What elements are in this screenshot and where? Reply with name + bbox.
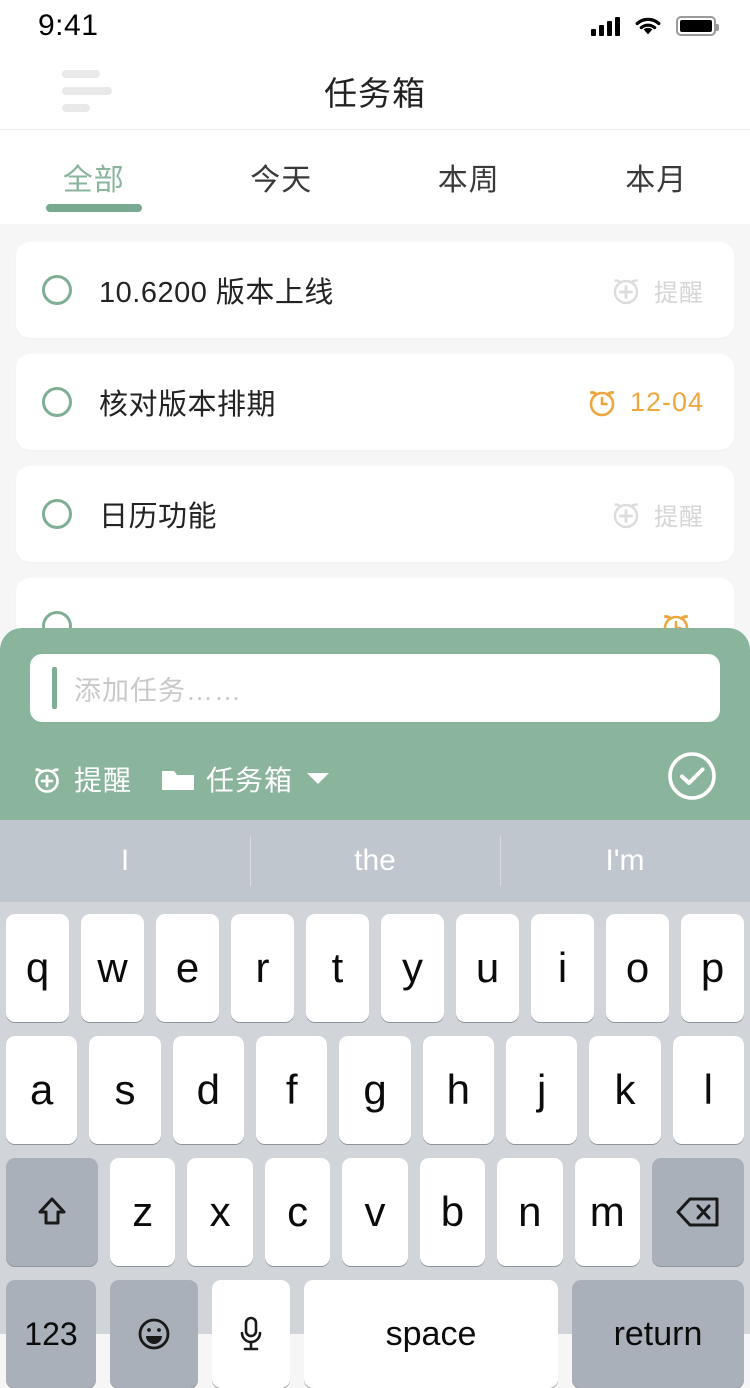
- task-input-placeholder: 添加任务……: [74, 669, 242, 708]
- key-a[interactable]: a: [6, 1036, 77, 1144]
- tab-label: 今天: [250, 155, 312, 199]
- shift-key[interactable]: [6, 1158, 98, 1266]
- task-title: 10.6200 版本上线: [99, 269, 609, 311]
- key-j[interactable]: j: [506, 1036, 577, 1144]
- keyboard-row-3: z x c v b n m: [0, 1144, 750, 1266]
- check-circle-icon: [664, 748, 720, 804]
- tab-this-week[interactable]: 本周: [375, 130, 563, 224]
- backspace-key[interactable]: [652, 1158, 744, 1266]
- select-list-label: 任务箱: [206, 759, 293, 799]
- key-y[interactable]: y: [381, 914, 444, 1022]
- table-row[interactable]: 核对版本排期 12-04: [16, 354, 734, 450]
- prediction-bar: I the I'm: [0, 820, 750, 902]
- confirm-add-task-button[interactable]: [664, 748, 720, 809]
- key-s[interactable]: s: [89, 1036, 160, 1144]
- task-title: 日历功能: [99, 493, 609, 535]
- table-row[interactable]: 10.6200 版本上线 提醒: [16, 242, 734, 338]
- alarm-add-icon: [609, 497, 643, 531]
- compose-toolbar: 提醒 任务箱: [30, 748, 720, 809]
- text-cursor: [52, 667, 57, 709]
- alarm-add-icon: [609, 273, 643, 307]
- key-d[interactable]: d: [173, 1036, 244, 1144]
- numbers-key[interactable]: 123: [6, 1280, 96, 1388]
- keyboard-row-1: q w e r t y u i o p: [0, 902, 750, 1022]
- key-m[interactable]: m: [575, 1158, 640, 1266]
- tab-label: 全部: [63, 155, 125, 199]
- key-z[interactable]: z: [110, 1158, 175, 1266]
- task-input[interactable]: 添加任务……: [30, 654, 720, 722]
- task-checkbox[interactable]: [42, 387, 72, 417]
- key-r[interactable]: r: [231, 914, 294, 1022]
- task-due-date-label: 12-04: [630, 387, 704, 418]
- page-title: 任务箱: [324, 67, 426, 115]
- key-i[interactable]: i: [531, 914, 594, 1022]
- tab-label: 本月: [625, 155, 687, 199]
- status-bar: 9:41: [0, 0, 750, 52]
- key-x[interactable]: x: [187, 1158, 252, 1266]
- set-reminder-button[interactable]: 提醒: [30, 759, 132, 799]
- key-g[interactable]: g: [339, 1036, 410, 1144]
- alarm-clock-icon: [585, 385, 619, 419]
- table-row[interactable]: 日历功能 提醒: [16, 466, 734, 562]
- signal-bars-icon: [591, 16, 620, 36]
- task-checkbox[interactable]: [42, 499, 72, 529]
- emoji-icon: [132, 1312, 176, 1356]
- prediction-2[interactable]: I'm: [500, 820, 750, 902]
- status-time: 9:41: [38, 9, 98, 43]
- key-t[interactable]: t: [306, 914, 369, 1022]
- task-checkbox[interactable]: [42, 275, 72, 305]
- status-indicators: [591, 15, 716, 37]
- wifi-icon: [633, 15, 663, 37]
- tab-all[interactable]: 全部: [0, 130, 188, 224]
- set-reminder-label: 提醒: [74, 759, 132, 799]
- return-key[interactable]: return: [572, 1280, 744, 1388]
- battery-icon: [676, 16, 716, 36]
- backspace-icon: [673, 1192, 723, 1232]
- key-o[interactable]: o: [606, 914, 669, 1022]
- shift-icon: [30, 1190, 74, 1234]
- keyboard-row-4: 123 space return: [0, 1266, 750, 1388]
- nav-bar: 任务箱: [0, 52, 750, 130]
- key-e[interactable]: e: [156, 914, 219, 1022]
- emoji-key[interactable]: [110, 1280, 198, 1388]
- task-due-date[interactable]: 12-04: [585, 385, 704, 419]
- key-h[interactable]: h: [423, 1036, 494, 1144]
- key-q[interactable]: q: [6, 914, 69, 1022]
- prediction-1[interactable]: the: [250, 820, 500, 902]
- tab-this-month[interactable]: 本月: [563, 130, 750, 224]
- task-reminder-label: 提醒: [654, 497, 704, 532]
- space-key[interactable]: space: [304, 1280, 558, 1388]
- key-n[interactable]: n: [497, 1158, 562, 1266]
- task-reminder-label: 提醒: [654, 273, 704, 308]
- key-u[interactable]: u: [456, 914, 519, 1022]
- key-w[interactable]: w: [81, 914, 144, 1022]
- alarm-add-icon: [30, 762, 64, 796]
- key-p[interactable]: p: [681, 914, 744, 1022]
- keyboard-row-2: a s d f g h j k l: [0, 1022, 750, 1144]
- task-title: 核对版本排期: [99, 381, 585, 423]
- key-b[interactable]: b: [420, 1158, 485, 1266]
- key-v[interactable]: v: [342, 1158, 407, 1266]
- microphone-key[interactable]: [212, 1280, 290, 1388]
- chevron-down-icon: [307, 773, 329, 784]
- key-c[interactable]: c: [265, 1158, 330, 1266]
- microphone-icon: [233, 1312, 269, 1356]
- tab-today[interactable]: 今天: [188, 130, 376, 224]
- key-f[interactable]: f: [256, 1036, 327, 1144]
- folder-icon: [160, 764, 196, 794]
- tab-label: 本周: [438, 155, 500, 199]
- task-list: 10.6200 版本上线 提醒 核对版本排期 12-04 日历功能: [0, 224, 750, 674]
- prediction-0[interactable]: I: [0, 820, 250, 902]
- key-l[interactable]: l: [673, 1036, 744, 1144]
- menu-icon[interactable]: [56, 64, 118, 118]
- key-k[interactable]: k: [589, 1036, 660, 1144]
- task-reminder-button[interactable]: 提醒: [609, 273, 704, 308]
- tab-bar: 全部 今天 本周 本月: [0, 130, 750, 224]
- tab-active-indicator: [46, 204, 142, 212]
- select-list-button[interactable]: 任务箱: [160, 759, 329, 799]
- task-reminder-button[interactable]: 提醒: [609, 497, 704, 532]
- add-task-panel: 添加任务…… 提醒 任务箱: [0, 628, 750, 828]
- onscreen-keyboard: I the I'm q w e r t y u i o p a s d f g …: [0, 820, 750, 1334]
